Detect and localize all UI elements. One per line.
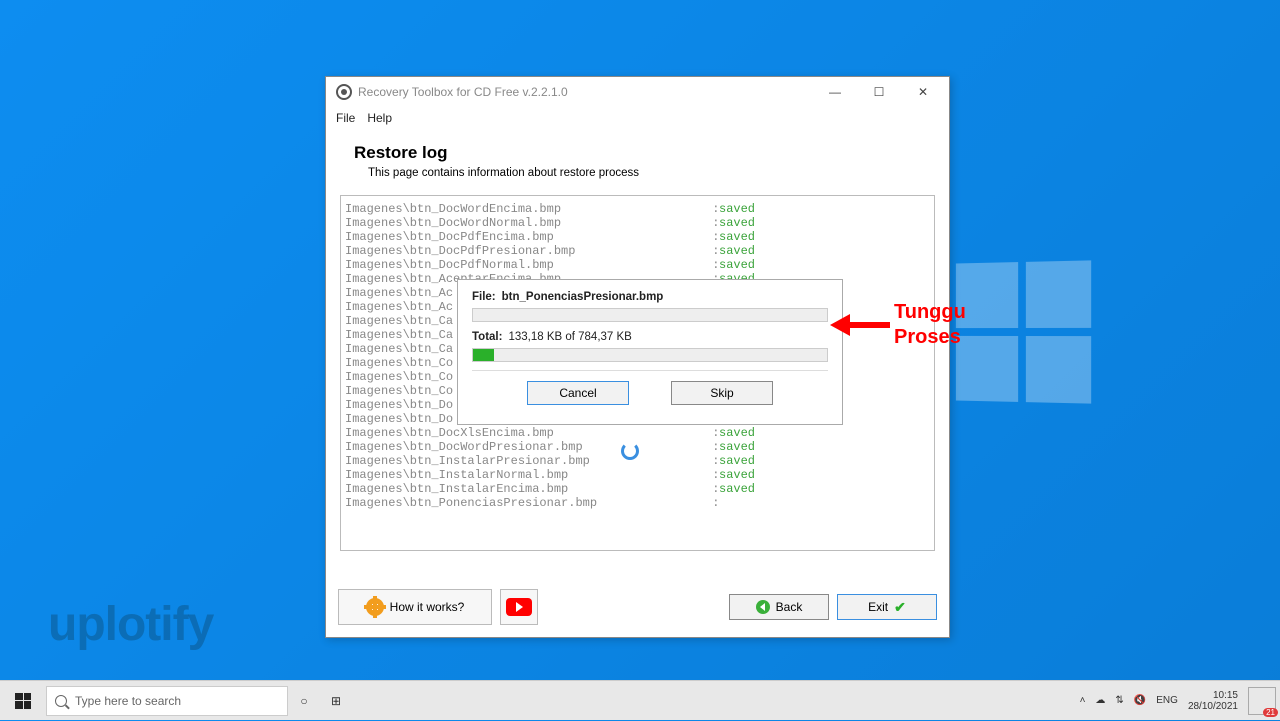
progress-file-name: btn_PonenciasPresionar.bmp	[502, 290, 664, 304]
search-icon	[55, 695, 67, 707]
how-it-works-button[interactable]: How it works?	[338, 589, 492, 625]
taskbar: Type here to search ○ ⊞ ˄ ☁ ⇅ 🔇 ENG 10:1…	[0, 680, 1280, 720]
start-button[interactable]	[0, 681, 46, 721]
windows-icon	[15, 693, 31, 709]
task-view-button[interactable]: ⊞	[320, 681, 352, 721]
log-line: Imagenes\btn_DocPdfPresionar.bmp : saved	[345, 244, 930, 258]
restore-log-panel[interactable]: Imagenes\btn_DocWordEncima.bmp : savedIm…	[340, 195, 935, 551]
tray-clock[interactable]: 10:15 28/10/2021	[1188, 690, 1238, 712]
log-line: Imagenes\btn_DocPdfNormal.bmp : saved	[345, 258, 930, 272]
how-label: How it works?	[390, 600, 465, 614]
bottom-toolbar: How it works? Back Exit ✔	[326, 577, 949, 637]
annotation-callout: Tunggu Proses	[830, 300, 966, 350]
gear-icon	[366, 598, 384, 616]
watermark-text: uplotify	[48, 597, 213, 652]
arrow-left-icon	[830, 310, 892, 340]
total-progress-bar	[472, 348, 828, 362]
log-line: Imagenes\btn_DocXlsEncima.bmp : saved	[345, 426, 930, 440]
page-title: Restore log	[354, 143, 921, 163]
annotation-line2: Proses	[894, 325, 966, 350]
exit-button[interactable]: Exit ✔	[837, 594, 937, 620]
youtube-button[interactable]	[500, 589, 538, 625]
log-line: Imagenes\btn_DocWordEncima.bmp : saved	[345, 202, 930, 216]
tray-wifi-icon[interactable]: ⇅	[1115, 695, 1123, 706]
annotation-line1: Tunggu	[894, 300, 966, 325]
search-placeholder: Type here to search	[75, 694, 181, 708]
window-title: Recovery Toolbox for CD Free v.2.2.1.0	[358, 85, 813, 99]
page-header: Restore log This page contains informati…	[326, 129, 949, 185]
progress-total-label: Total:	[472, 330, 502, 344]
tray-chevron-icon[interactable]: ˄	[1080, 695, 1086, 706]
menubar: File Help	[326, 107, 949, 129]
log-line: Imagenes\btn_InstalarEncima.bmp : saved	[345, 482, 930, 496]
notification-badge: 21	[1263, 708, 1278, 717]
menu-file[interactable]: File	[336, 111, 355, 125]
search-input[interactable]: Type here to search	[46, 686, 288, 716]
titlebar[interactable]: Recovery Toolbox for CD Free v.2.2.1.0 —…	[326, 77, 949, 107]
back-arrow-icon	[756, 600, 770, 614]
progress-dialog: File: btn_PonenciasPresionar.bmp Total: …	[457, 279, 843, 425]
recovery-toolbox-window: Recovery Toolbox for CD Free v.2.2.1.0 —…	[325, 76, 950, 638]
page-subtitle: This page contains information about res…	[354, 167, 921, 179]
file-progress-bar	[472, 308, 828, 322]
cortana-button[interactable]: ○	[288, 681, 320, 721]
notification-button[interactable]: 21	[1248, 687, 1276, 715]
tray-cloud-icon[interactable]: ☁	[1095, 695, 1105, 706]
log-line: Imagenes\btn_InstalarPresionar.bmp : sav…	[345, 454, 930, 468]
log-line: Imagenes\btn_PonenciasPresionar.bmp :	[345, 496, 930, 510]
spinner-icon	[621, 442, 639, 460]
progress-total-text: 133,18 KB of 784,37 KB	[508, 330, 631, 344]
youtube-icon	[506, 598, 532, 616]
windows-logo-wallpaper	[956, 260, 1091, 403]
menu-help[interactable]: Help	[367, 111, 392, 125]
log-line: Imagenes\btn_DocWordNormal.bmp : saved	[345, 216, 930, 230]
cancel-button[interactable]: Cancel	[527, 381, 629, 405]
minimize-button[interactable]: —	[813, 78, 857, 106]
system-tray: ˄ ☁ ⇅ 🔇 ENG 10:15 28/10/2021 21	[1080, 687, 1280, 715]
log-line: Imagenes\btn_InstalarNormal.bmp : saved	[345, 468, 930, 482]
close-button[interactable]: ✕	[901, 78, 945, 106]
back-button[interactable]: Back	[729, 594, 829, 620]
progress-file-label: File:	[472, 290, 496, 304]
checkmark-icon: ✔	[894, 599, 906, 616]
log-line: Imagenes\btn_DocPdfEncima.bmp : saved	[345, 230, 930, 244]
tray-language[interactable]: ENG	[1156, 695, 1178, 706]
app-icon	[336, 84, 352, 100]
skip-button[interactable]: Skip	[671, 381, 773, 405]
tray-volume-icon[interactable]: 🔇	[1134, 695, 1146, 706]
maximize-button[interactable]: ☐	[857, 78, 901, 106]
